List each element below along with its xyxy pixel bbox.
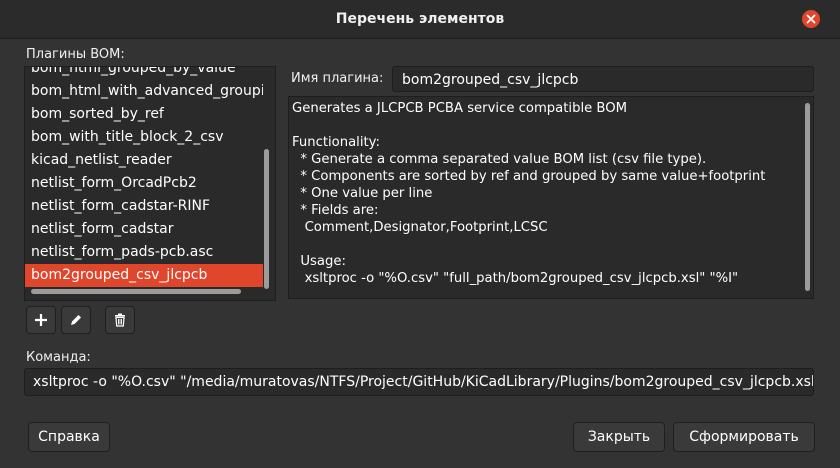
plugins-list[interactable]: bom_html_grouped_by_value bom_html_with_a… xyxy=(24,66,276,301)
close-window-button[interactable] xyxy=(802,10,820,28)
plugin-name-label: Имя плагина: xyxy=(291,71,384,86)
help-button[interactable]: Справка xyxy=(28,422,110,452)
close-button[interactable]: Закрыть xyxy=(573,422,665,452)
generate-button[interactable]: Сформировать xyxy=(673,422,815,452)
plus-icon xyxy=(35,314,47,326)
plugins-list-horizontal-scrollbar[interactable] xyxy=(31,289,241,294)
plugins-list-items: bom_html_grouped_by_value bom_html_with_a… xyxy=(25,67,263,287)
command-field[interactable]: xsltproc -o "%O.csv" "/media/muratovas/N… xyxy=(24,368,814,396)
command-label: Команда: xyxy=(26,350,91,365)
plugin-description-text: Generates a JLCPCB PCBA service compatib… xyxy=(292,101,766,286)
plugin-list-item[interactable]: netlist_form_cadstar-RINF xyxy=(25,195,263,218)
plugins-label: Плагины BOM: xyxy=(26,47,125,62)
pencil-icon xyxy=(71,315,81,325)
bom-dialog: Перечень элементов Плагины BOM: bom_html… xyxy=(0,0,840,468)
plugin-description-box[interactable]: Generates a JLCPCB PCBA service compatib… xyxy=(288,96,814,299)
plugin-list-item[interactable]: netlist_form_pads-pcb.asc xyxy=(25,241,263,264)
plugin-name-field[interactable]: bom2grouped_csv_jlcpcb xyxy=(392,66,814,92)
plugin-list-item[interactable]: kicad_netlist_reader xyxy=(25,149,263,172)
plugins-list-vertical-scrollbar[interactable] xyxy=(264,149,269,289)
plugin-list-item[interactable]: bom_html_grouped_by_value xyxy=(25,67,263,80)
title-bar: Перечень элементов xyxy=(0,0,840,39)
add-plugin-button[interactable] xyxy=(26,306,56,334)
close-icon xyxy=(806,14,816,24)
plugin-list-item[interactable]: netlist_form_cadstar xyxy=(25,218,263,241)
window-title: Перечень элементов xyxy=(335,11,505,27)
plugin-list-item[interactable]: netlist_form_OrcadPcb2 xyxy=(25,172,263,195)
remove-plugin-button[interactable] xyxy=(105,306,135,334)
edit-plugin-button[interactable] xyxy=(61,306,91,334)
plugin-list-item[interactable]: bom_with_title_block_2_csv xyxy=(25,126,263,149)
description-scrollbar[interactable] xyxy=(805,103,810,291)
plugin-list-item[interactable]: bom_sorted_by_ref xyxy=(25,103,263,126)
plugin-list-item[interactable]: bom_html_with_advanced_groupir xyxy=(25,80,263,103)
trash-icon xyxy=(115,313,125,327)
plugin-list-item[interactable]: bom2grouped_csv_jlcpcb xyxy=(25,264,263,287)
